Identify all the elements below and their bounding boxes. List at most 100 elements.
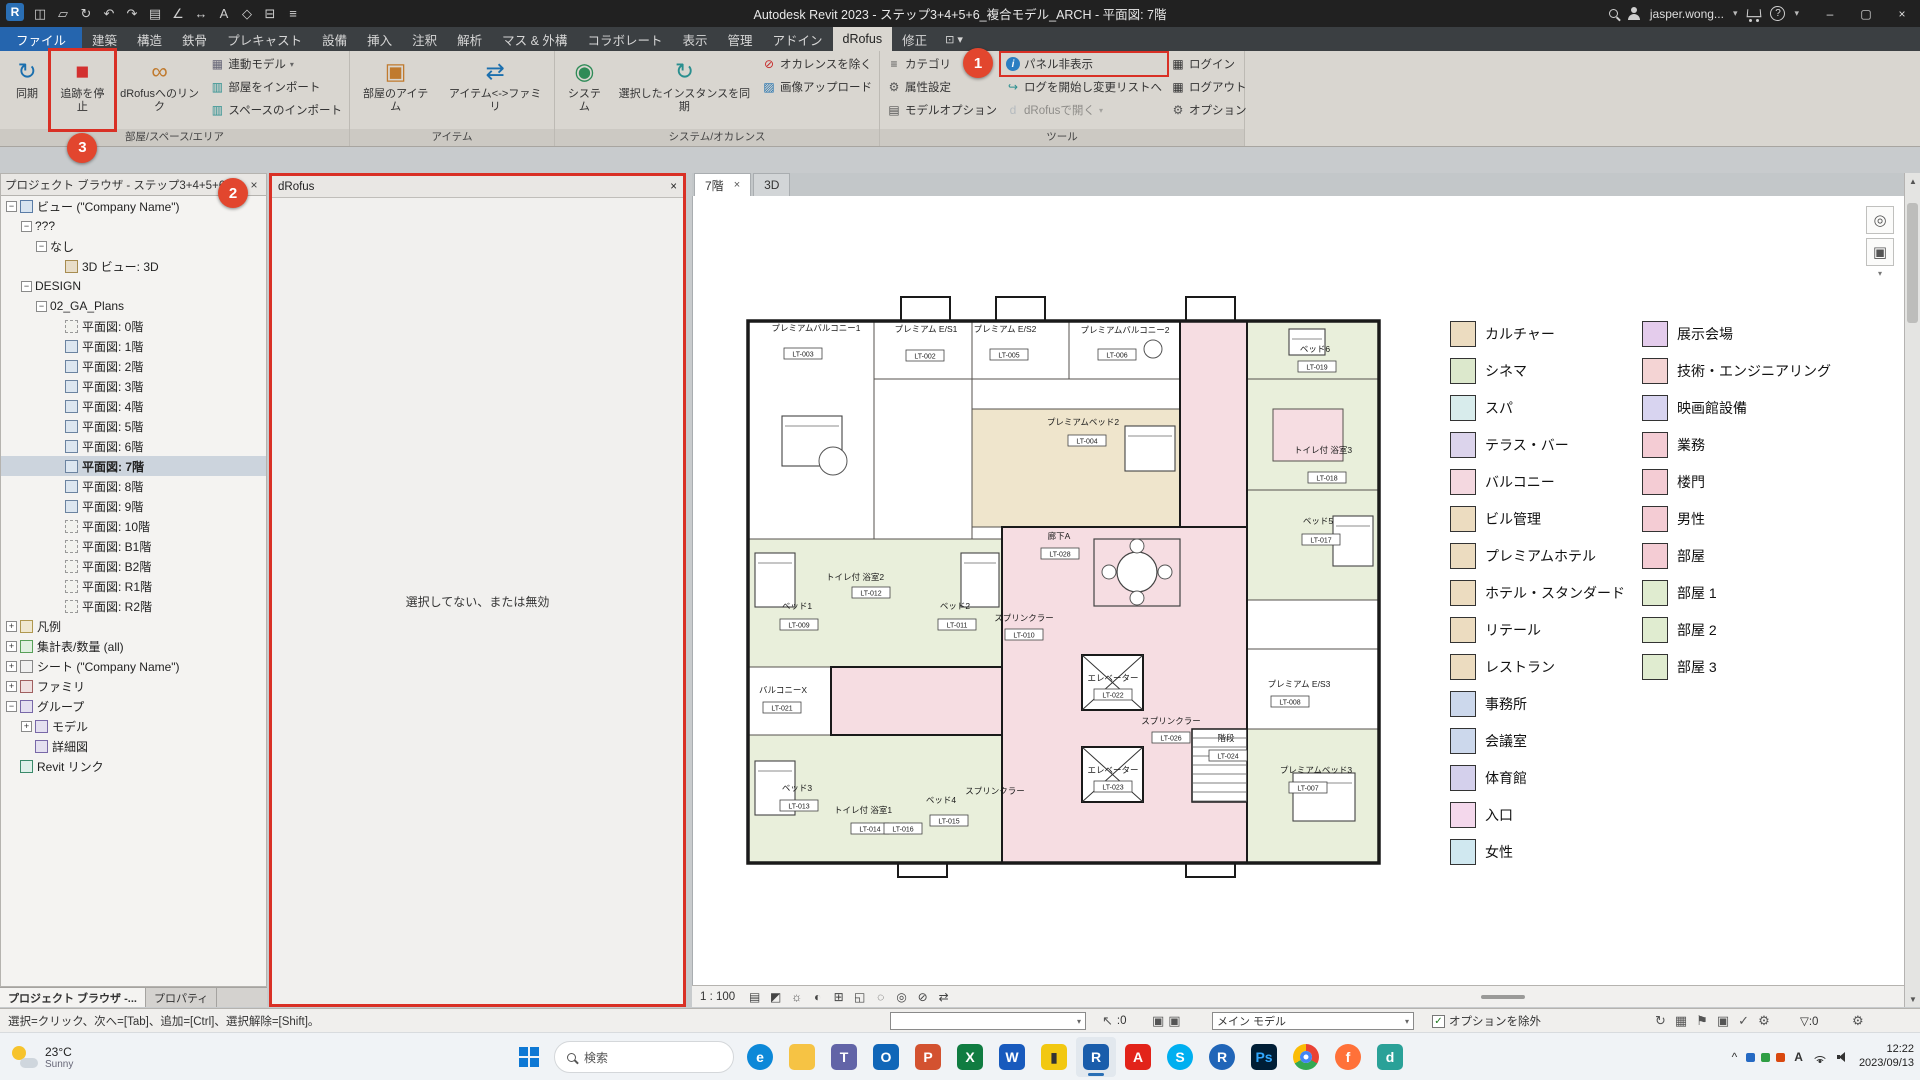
- ribbon-button-モデルオプション[interactable]: ▤モデルオプション: [884, 101, 1000, 119]
- close-icon[interactable]: ×: [246, 178, 262, 192]
- room-tag[interactable]: LT-010: [1013, 633, 1034, 640]
- taskbar-app-word[interactable]: W: [992, 1037, 1032, 1077]
- taskbar-app-firefox[interactable]: f: [1328, 1037, 1368, 1077]
- hidden-icons-chevron-icon[interactable]: ^: [1732, 1050, 1738, 1064]
- modify-selector[interactable]: ⊡▾: [937, 27, 971, 51]
- ribbon-button-オカレンスを除く[interactable]: ⊘オカレンスを除く: [759, 55, 875, 73]
- drawing-area[interactable]: プレミアムバルコニー1LT-003プレミアム E/S1LT-002プレミアム E…: [692, 196, 1904, 985]
- room-tag[interactable]: LT-004: [1076, 439, 1097, 446]
- tree-item[interactable]: 平面図: 10階: [1, 516, 266, 536]
- tree-item[interactable]: 平面図: 7階: [1, 456, 266, 476]
- ribbon-button-dRofusで開く[interactable]: ddRofusで開く▾: [1003, 101, 1165, 119]
- room-tag[interactable]: LT-015: [938, 819, 959, 826]
- room-tag[interactable]: LT-006: [1106, 353, 1127, 360]
- room-tag[interactable]: LT-026: [1160, 736, 1181, 743]
- room-tag[interactable]: LT-005: [998, 353, 1019, 360]
- update-icon[interactable]: [1776, 1053, 1785, 1062]
- room-tag[interactable]: LT-014: [859, 827, 880, 834]
- defender-icon[interactable]: [1761, 1053, 1770, 1062]
- tree-item[interactable]: +シート ("Company Name"): [1, 656, 266, 676]
- temporary-hide-isolate-icon[interactable]: ◌: [872, 988, 889, 1005]
- clock[interactable]: 12:22 2023/09/13: [1859, 1043, 1914, 1071]
- detail-level-icon[interactable]: ▤: [746, 988, 763, 1005]
- room-tag[interactable]: LT-019: [1306, 365, 1327, 372]
- displacement-sets-icon[interactable]: ⇄: [935, 988, 952, 1005]
- taskbar-app-acrobat[interactable]: A: [1118, 1037, 1158, 1077]
- view-tab-7階[interactable]: 7階×: [694, 173, 751, 196]
- default-3d-view-icon[interactable]: ◇: [236, 3, 258, 25]
- room-tag[interactable]: LT-013: [788, 804, 809, 811]
- tree-item[interactable]: +凡例: [1, 616, 266, 636]
- room-tag[interactable]: LT-011: [947, 623, 968, 630]
- thin-lines-icon[interactable]: ≡: [282, 3, 304, 25]
- close-icon[interactable]: ×: [670, 181, 677, 193]
- ribbon-button-画像アップロード[interactable]: ▨画像アップロード: [759, 78, 875, 96]
- tab-管理[interactable]: 管理: [717, 27, 762, 51]
- text-note-icon[interactable]: A: [213, 3, 235, 25]
- redo-icon[interactable]: ↷: [121, 3, 143, 25]
- taskbar-app-powerbi[interactable]: ▮: [1034, 1037, 1074, 1077]
- view-tab-3D[interactable]: 3D: [753, 173, 790, 196]
- room-tag[interactable]: LT-018: [1316, 476, 1337, 483]
- taskbar-app-skype[interactable]: S: [1160, 1037, 1200, 1077]
- teamviewer-icon[interactable]: [1746, 1053, 1755, 1062]
- undo-icon[interactable]: ↶: [98, 3, 120, 25]
- collapse-icon[interactable]: −: [21, 281, 32, 292]
- zoom-icon[interactable]: ▣: [1866, 238, 1894, 266]
- selection-toggle-icon[interactable]: ✓: [1738, 1013, 1749, 1029]
- tab-file[interactable]: ファイル: [0, 27, 82, 51]
- room-tag[interactable]: LT-021: [771, 706, 792, 713]
- taskbar-app-edge[interactable]: e: [740, 1037, 780, 1077]
- horizontal-scrollbar[interactable]: [1481, 995, 1525, 999]
- ribbon-button-dRofusへのリンク[interactable]: ∞dRofusへのリンク: [115, 53, 205, 127]
- room-tag[interactable]: LT-017: [1310, 538, 1331, 545]
- room-tag[interactable]: LT-016: [892, 827, 913, 834]
- room-tag[interactable]: LT-012: [860, 591, 881, 598]
- ime-indicator[interactable]: A: [1794, 1050, 1803, 1064]
- ribbon-button-部屋のアイテム[interactable]: ▣部屋のアイテム: [354, 53, 437, 127]
- exclude-options[interactable]: ✓ オプションを除外: [1432, 1009, 1541, 1033]
- tree-item[interactable]: Revit リンク: [1, 756, 266, 776]
- section-icon[interactable]: ⊟: [259, 3, 281, 25]
- taskbar-app-chrome[interactable]: [1286, 1037, 1326, 1077]
- tree-item[interactable]: 平面図: 1階: [1, 336, 266, 356]
- ribbon-button-ログアウト[interactable]: ▦ログアウト: [1168, 78, 1250, 96]
- start-button[interactable]: [510, 1037, 548, 1077]
- tab-コラボレート[interactable]: コラボレート: [577, 27, 672, 51]
- ribbon-button-属性設定[interactable]: ⚙属性設定: [884, 78, 1000, 96]
- taskbar-app-photoshop[interactable]: Ps: [1244, 1037, 1284, 1077]
- link-monitor-icon[interactable]: ⚑: [1696, 1013, 1708, 1029]
- collapse-icon[interactable]: −: [6, 201, 17, 212]
- filter-count[interactable]: ▽:0: [1800, 1009, 1818, 1033]
- scrollbar-thumb[interactable]: [1907, 203, 1918, 323]
- store-cart-icon[interactable]: [1746, 8, 1761, 20]
- ribbon-button-同期[interactable]: ↻同期: [4, 53, 50, 127]
- user-menu-chevron-icon[interactable]: ▾: [1733, 8, 1738, 19]
- tree-item[interactable]: 平面図: 2階: [1, 356, 266, 376]
- navigation-bar-chevron-icon[interactable]: ▾: [1878, 270, 1882, 278]
- tab-注釈[interactable]: 注釈: [402, 27, 447, 51]
- room-tag[interactable]: LT-003: [792, 352, 813, 359]
- editable-only-icon[interactable]: ▦: [1675, 1013, 1687, 1029]
- aligned-dimension-icon[interactable]: ↔: [190, 3, 212, 25]
- tree-item[interactable]: 平面図: 5階: [1, 416, 266, 436]
- room-tag[interactable]: LT-022: [1102, 693, 1123, 700]
- tree-item[interactable]: 平面図: B1階: [1, 536, 266, 556]
- worksharing-icon[interactable]: ↻: [1655, 1013, 1666, 1029]
- ribbon-button-部屋をインポート[interactable]: ▥部屋をインポート: [207, 78, 345, 96]
- expand-icon[interactable]: +: [6, 661, 17, 672]
- tree-item[interactable]: 平面図: B2階: [1, 556, 266, 576]
- tab-プレキャスト[interactable]: プレキャスト: [217, 27, 312, 51]
- status-settings[interactable]: ⚙: [1852, 1009, 1864, 1033]
- tab-アドイン[interactable]: アドイン: [762, 27, 832, 51]
- tab-解析[interactable]: 解析: [447, 27, 492, 51]
- collapse-icon[interactable]: −: [21, 221, 32, 232]
- view-scale[interactable]: 1 : 100: [700, 991, 735, 1003]
- unlocked-view-icon[interactable]: ⊘: [914, 988, 931, 1005]
- scroll-up-icon[interactable]: ▲: [1905, 173, 1920, 189]
- taskbar-app-teams[interactable]: T: [824, 1037, 864, 1077]
- tab-構造[interactable]: 構造: [127, 27, 172, 51]
- tab-dRofus[interactable]: dRofus: [833, 27, 893, 51]
- status-page-icons[interactable]: ▣▣: [1152, 1009, 1181, 1033]
- signed-in-user[interactable]: jasper.wong...: [1650, 7, 1724, 21]
